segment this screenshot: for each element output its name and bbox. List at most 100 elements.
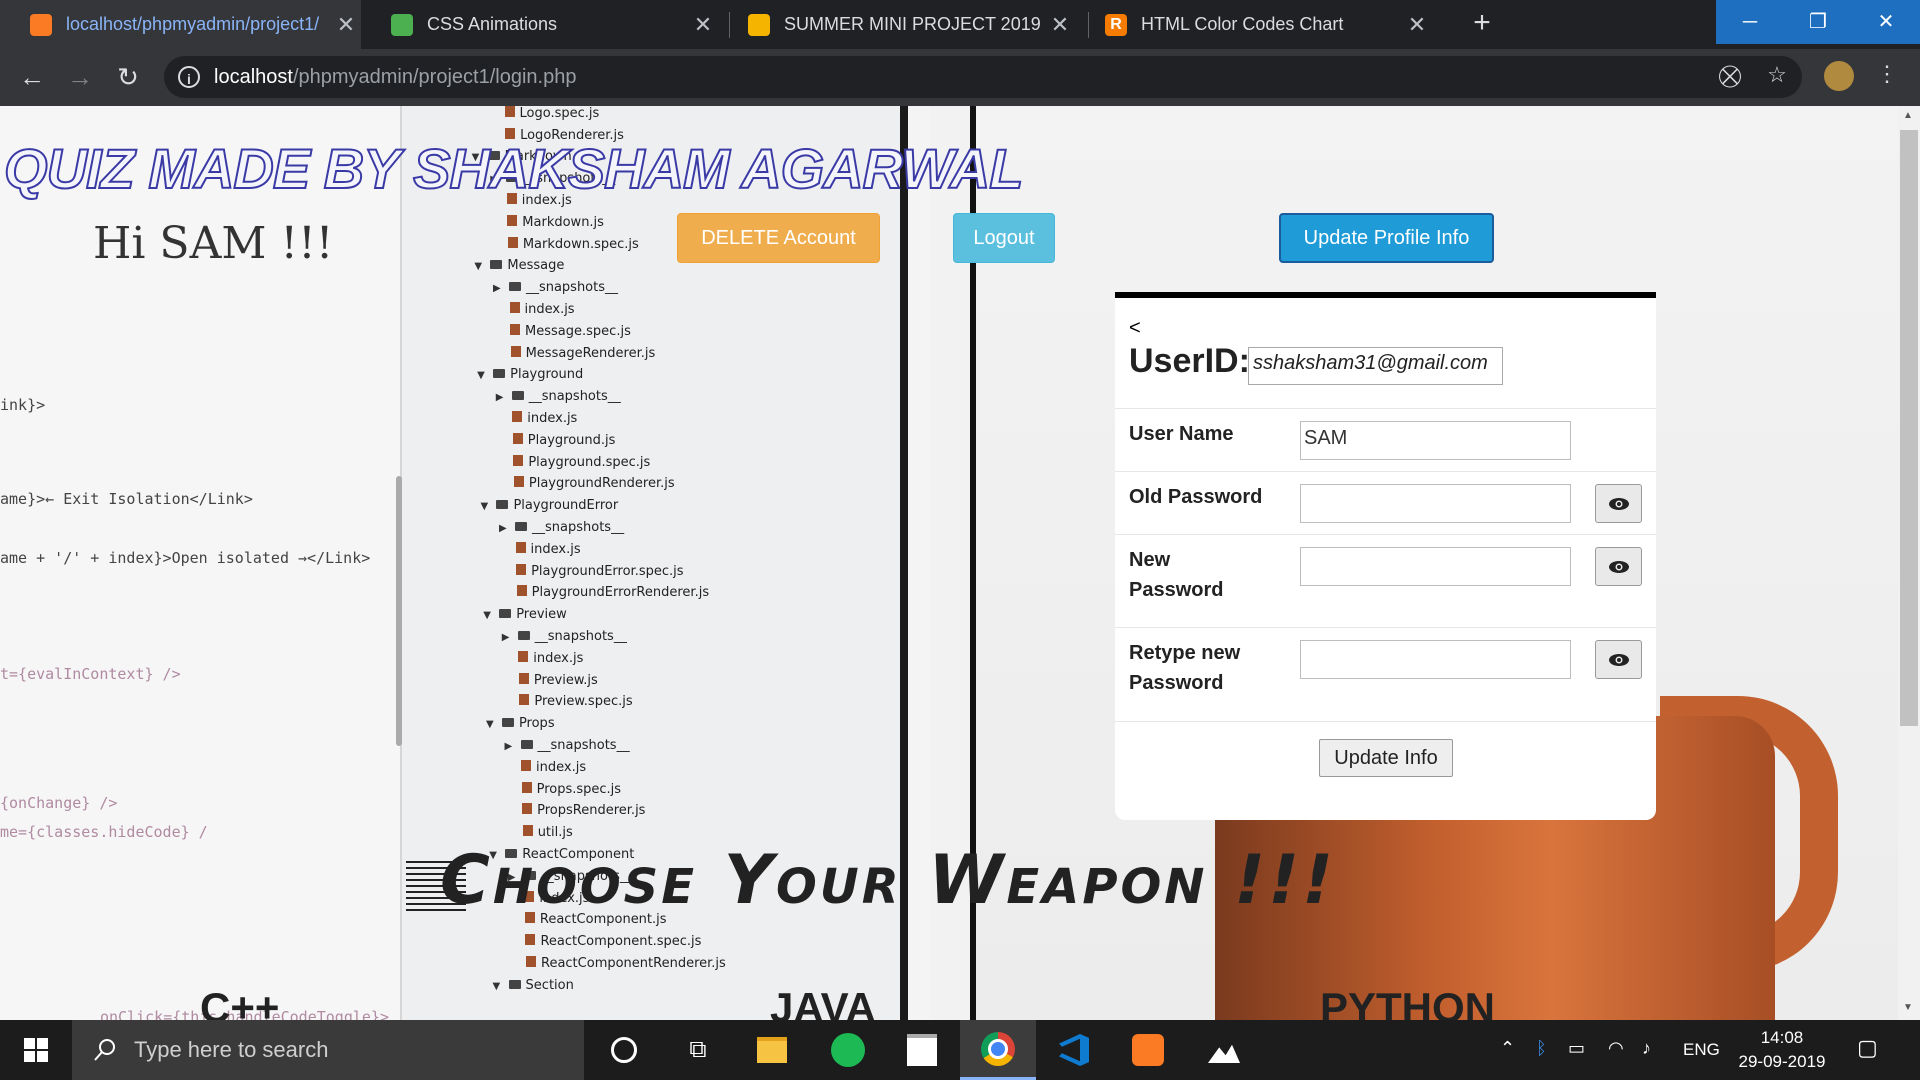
new-password-input[interactable] <box>1300 547 1571 586</box>
retype-password-input[interactable] <box>1300 640 1571 679</box>
retype-password-label: Retype new Password <box>1129 642 1241 694</box>
language-option-java[interactable]: JAVA <box>770 984 876 1020</box>
taskbar-clock[interactable]: 14:08 29-09-2019 <box>1730 1026 1834 1074</box>
wifi-icon[interactable]: ◠ <box>1608 1038 1624 1059</box>
bg-tree-label: Markdown.spec.js <box>522 236 639 252</box>
cortana-icon[interactable] <box>586 1020 662 1080</box>
file-icon <box>507 236 518 248</box>
close-window-button[interactable]: ✕ <box>1852 0 1920 44</box>
close-tab-icon[interactable]: ✕ <box>331 12 361 38</box>
restore-button[interactable]: ❐ <box>1784 0 1852 44</box>
form-row-old-password: Old Password <box>1115 471 1656 535</box>
tab-title: localhost/phpmyadmin/project1/ <box>66 14 320 34</box>
tree-arrow-icon: ▶ <box>499 523 507 534</box>
username-input[interactable]: SAM <box>1300 421 1571 460</box>
reload-icon[interactable]: ↻ <box>110 59 146 95</box>
delete-account-button[interactable]: DELETE Account <box>677 213 880 263</box>
show-old-password-button[interactable] <box>1595 484 1642 523</box>
xampp-icon[interactable] <box>1110 1020 1186 1080</box>
userid-field[interactable]: sshaksham31@gmail.com <box>1248 347 1503 385</box>
w3schools-icon <box>391 13 413 36</box>
bg-tree-label: Section <box>525 977 574 993</box>
bg-tree-item: ▼ Section <box>493 978 574 993</box>
battery-icon[interactable]: ▭ <box>1568 1038 1585 1059</box>
start-button[interactable] <box>0 1020 72 1080</box>
scrollbar-thumb[interactable] <box>1900 130 1918 726</box>
minimize-button[interactable]: ─ <box>1716 0 1784 44</box>
url-path: /phpmyadmin/project1/login.php <box>292 65 577 88</box>
tree-arrow-icon: ▶ <box>492 283 501 295</box>
update-info-button[interactable]: Update Info <box>1319 739 1453 777</box>
address-bar[interactable]: i localhost/phpmyadmin/project1/login.ph… <box>164 56 1802 98</box>
form-row-retype-password: Retype new Password <box>1115 627 1656 722</box>
chrome-icon[interactable] <box>960 1020 1036 1080</box>
bg-tree-label: __snapshots__ <box>525 280 619 296</box>
bookmark-star-icon[interactable]: ☆ <box>1762 62 1792 88</box>
google-slides-icon <box>748 13 770 36</box>
language-option-cpp[interactable]: C++ <box>200 984 279 1020</box>
show-hidden-icons-chevron-icon[interactable]: ⌃ <box>1500 1038 1515 1059</box>
tab-phpmyadmin[interactable]: localhost/phpmyadmin/project1/ ✕ <box>0 0 361 49</box>
old-password-input[interactable] <box>1300 484 1571 523</box>
url-text[interactable]: localhost/phpmyadmin/project1/login.php <box>214 66 576 89</box>
photos-icon[interactable] <box>1186 1020 1262 1080</box>
close-tab-icon[interactable]: ✕ <box>688 12 718 38</box>
update-profile-info-button[interactable]: Update Profile Info <box>1279 213 1494 263</box>
bg-tree-item: index.js <box>496 411 577 426</box>
notifications-icon[interactable]: ▢ <box>1857 1035 1878 1061</box>
file-icon <box>510 345 521 357</box>
language-option-python[interactable]: PYTHON <box>1320 984 1495 1020</box>
taskbar-search-box[interactable]: Type here to search <box>72 1020 584 1080</box>
task-view-icon[interactable]: ⧉ <box>660 1020 736 1080</box>
search-icon <box>94 1039 115 1061</box>
back-arrow-icon[interactable]: ← <box>14 59 50 95</box>
site-info-icon[interactable]: i <box>178 66 200 88</box>
show-retype-password-button[interactable] <box>1595 640 1642 679</box>
scroll-up-arrow-icon[interactable]: ▲ <box>1903 110 1913 121</box>
show-new-password-button[interactable] <box>1595 547 1642 586</box>
vscode-icon[interactable] <box>1036 1020 1112 1080</box>
folder-icon <box>517 631 530 640</box>
bluetooth-icon[interactable]: ᛒ <box>1536 1038 1547 1059</box>
spotify-icon[interactable] <box>810 1020 886 1080</box>
bg-tree-item: ▶ __snapshots__ <box>505 738 630 753</box>
bg-tree-label: Preview.js <box>533 672 598 688</box>
bg-tree-item: ▼ Playground <box>477 367 583 382</box>
file-icon <box>518 672 529 684</box>
tab-html-color-codes[interactable]: R HTML Color Codes Chart ✕ <box>1075 0 1432 49</box>
scroll-down-arrow-icon[interactable]: ▼ <box>1903 1002 1913 1013</box>
logout-button[interactable]: Logout <box>953 213 1055 263</box>
tab-summer-mini-project[interactable]: SUMMER MINI PROJECT 2019 - C ✕ <box>718 0 1075 49</box>
bg-tree-label: __snapshots__ <box>534 629 627 644</box>
store-icon[interactable] <box>884 1020 960 1080</box>
close-tab-icon[interactable]: ✕ <box>1045 12 1075 38</box>
background-scroll-indicator <box>396 476 402 746</box>
clock-time: 14:08 <box>1760 1028 1804 1047</box>
folder-icon <box>508 282 521 292</box>
new-tab-button[interactable]: + <box>1466 8 1498 40</box>
greeting-heading: Hi SAM !!! <box>93 218 334 269</box>
bg-tree-item: Markdown.js <box>491 214 604 230</box>
forward-arrow-icon[interactable]: → <box>62 59 98 95</box>
tab-css-animations[interactable]: CSS Animations ✕ <box>361 0 718 49</box>
file-icon <box>521 759 532 771</box>
bg-code-line: me={classes.hideCode} / <box>0 823 208 841</box>
volume-icon[interactable]: ♪ <box>1642 1038 1651 1059</box>
bg-tree-label: ReactComponentRenderer.js <box>541 956 726 971</box>
menu-dots-icon[interactable]: ⋮ <box>1876 61 1898 87</box>
bg-code-line: ink}> <box>0 396 46 414</box>
file-icon <box>512 432 523 444</box>
blocked-content-icon[interactable]: ⛒ <box>1716 63 1744 89</box>
back-link[interactable]: < <box>1129 317 1141 340</box>
language-indicator[interactable]: ENG <box>1683 1040 1720 1060</box>
bg-code-line: {onChange} /> <box>0 794 118 812</box>
bg-tree-item: index.js <box>500 541 581 557</box>
file-icon <box>516 563 527 575</box>
bg-tree-label: Props.spec.js <box>536 781 622 797</box>
file-icon <box>513 454 524 466</box>
url-host: localhost <box>214 65 293 88</box>
eye-icon <box>1608 653 1629 666</box>
profile-avatar[interactable] <box>1824 61 1854 91</box>
file-explorer-icon[interactable] <box>734 1020 810 1080</box>
close-tab-icon[interactable]: ✕ <box>1402 12 1432 38</box>
